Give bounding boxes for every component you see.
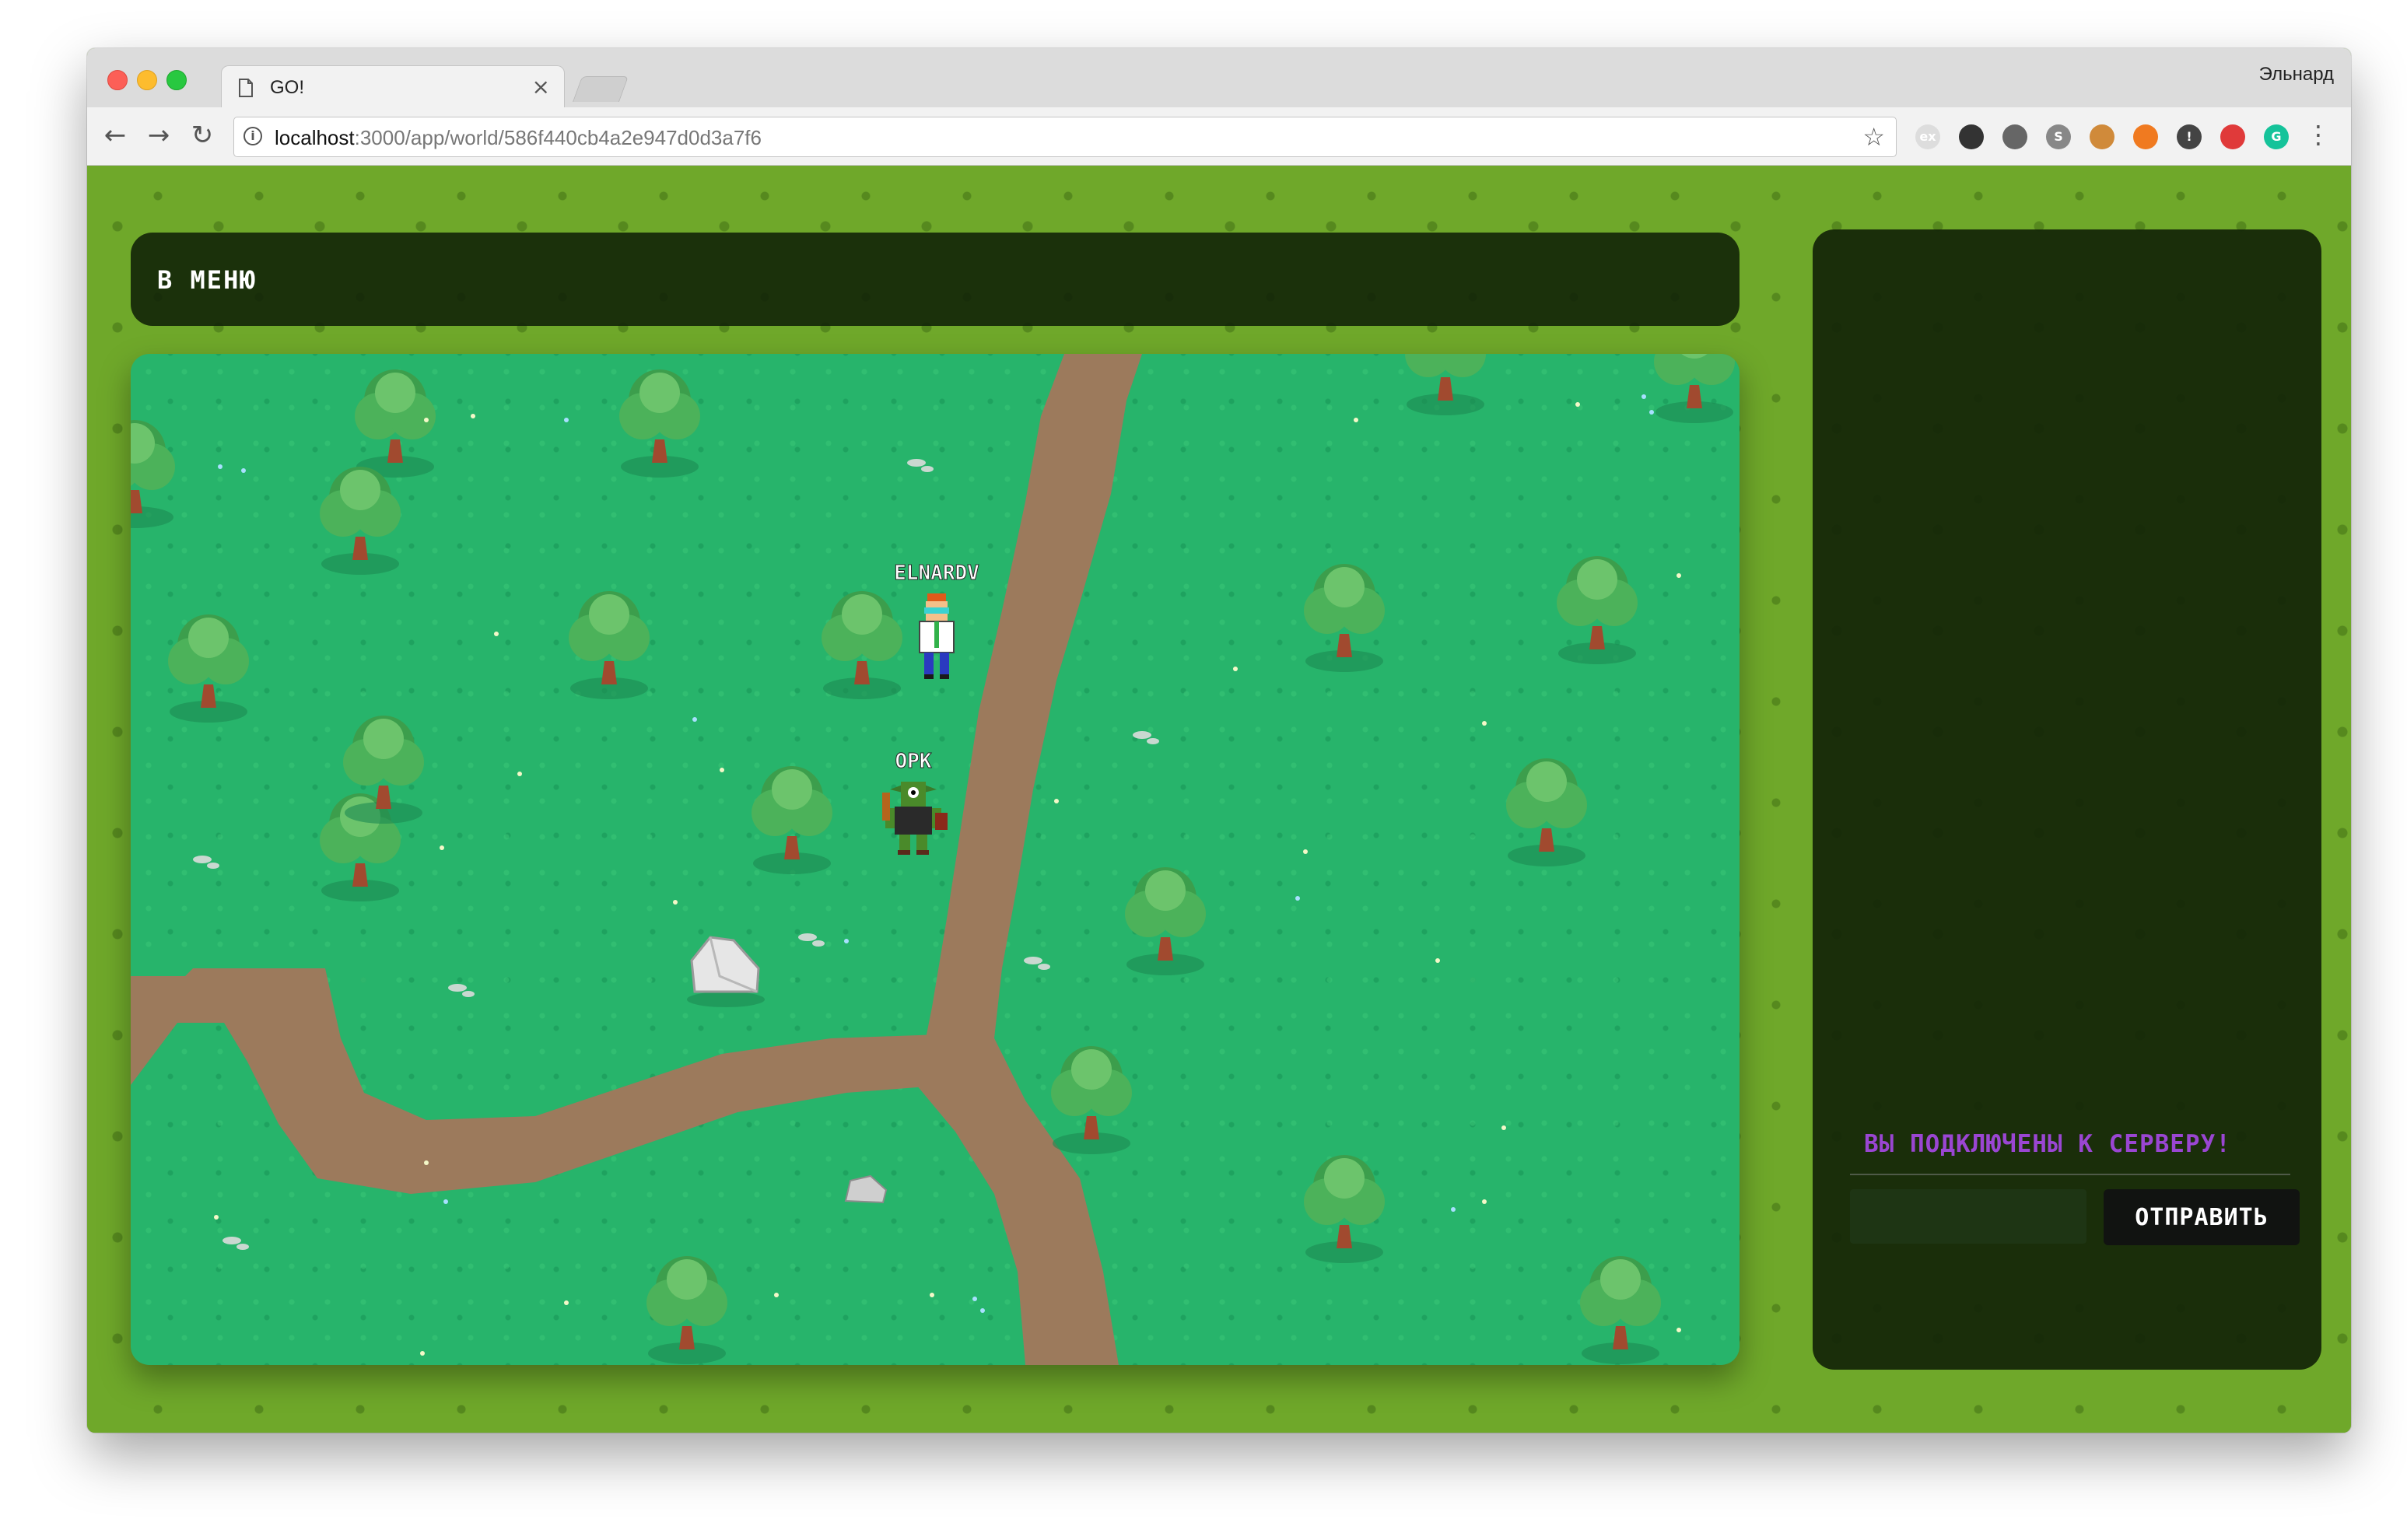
tree xyxy=(1557,556,1638,664)
browser-tab[interactable]: GO! × xyxy=(221,65,565,110)
npc-name-label: ОРК xyxy=(895,750,932,773)
back-arrow-icon[interactable]: ← xyxy=(100,120,131,151)
grammarly-extension-icon[interactable]: G xyxy=(2264,124,2289,149)
tree xyxy=(822,591,902,699)
zoom-window-button[interactable] xyxy=(166,70,187,90)
info-extension-icon[interactable]: ! xyxy=(2177,124,2202,149)
tree xyxy=(646,1256,727,1364)
orc-npc[interactable]: ОРК xyxy=(882,750,948,855)
player-name-label: ELNARDV xyxy=(894,562,979,585)
bookmark-star-icon[interactable]: ☆ xyxy=(1862,122,1885,152)
tree xyxy=(619,369,700,478)
top-menu-bar: В МЕНЮ xyxy=(131,233,1740,326)
orange-extension-icon[interactable] xyxy=(2133,124,2158,149)
tree xyxy=(1580,1256,1661,1364)
address-bar[interactable]: i localhost:3000/app/world/586f440cb4a2e… xyxy=(233,117,1897,157)
tree xyxy=(1506,758,1587,866)
tree xyxy=(168,614,249,723)
red-extension-icon[interactable] xyxy=(2220,124,2245,149)
dirt-path-horizontal xyxy=(131,968,1025,1194)
cookie-extension-icon[interactable] xyxy=(2090,124,2114,149)
url-text[interactable]: localhost:3000/app/world/586f440cb4a2e94… xyxy=(275,126,762,150)
map-canvas[interactable]: ELNARDV ОРК xyxy=(131,354,1740,1365)
tree xyxy=(131,420,175,528)
chat-message-input[interactable] xyxy=(1850,1189,2086,1244)
chat-panel: ВЫ ПОДКЛЮЧЕНЫ К СЕРВЕРУ! ОТПРАВИТЬ xyxy=(1813,229,2321,1370)
forward-arrow-icon[interactable]: → xyxy=(143,120,174,151)
game-map[interactable]: ELNARDV ОРК xyxy=(131,354,1740,1365)
connection-status-message: ВЫ ПОДКЛЮЧЕНЫ К СЕРВЕРУ! xyxy=(1864,1130,2231,1158)
boulder xyxy=(687,936,765,1007)
page-icon xyxy=(239,79,253,97)
tree xyxy=(1051,1046,1132,1154)
new-tab-button[interactable] xyxy=(572,76,629,102)
reload-icon[interactable]: ↻ xyxy=(187,120,218,151)
player-character[interactable]: ELNARDV xyxy=(894,562,979,679)
ex-extension-icon[interactable]: ex xyxy=(1915,124,1940,149)
close-window-button[interactable] xyxy=(107,70,128,90)
send-button[interactable]: ОТПРАВИТЬ xyxy=(2104,1189,2300,1245)
shield-extension-icon[interactable] xyxy=(1959,124,1984,149)
chat-divider xyxy=(1850,1174,2290,1175)
url-host: localhost xyxy=(275,126,355,149)
tree xyxy=(355,369,436,478)
info-icon[interactable]: i xyxy=(244,127,262,145)
ublock-extension-icon[interactable] xyxy=(2002,124,2027,149)
tree xyxy=(1304,1155,1385,1263)
browser-menu-icon[interactable]: ⋮ xyxy=(2306,120,2331,149)
tree xyxy=(343,716,424,824)
tree xyxy=(752,766,832,874)
tree xyxy=(320,467,401,575)
small-rock xyxy=(844,1174,888,1204)
game-page: В МЕНЮ ELNARDV ОРК ВЫ ПОДКЛЮЧЕНЫ К СЕРВЕ… xyxy=(87,166,2351,1433)
s-extension-icon[interactable]: S xyxy=(2046,124,2071,149)
tab-close-icon[interactable]: × xyxy=(532,74,550,100)
flowers xyxy=(214,402,1681,1356)
back-to-menu-button[interactable]: В МЕНЮ xyxy=(157,265,257,295)
tree xyxy=(1654,354,1735,423)
browser-window: GO! × Эльнард ← → ↻ i localhost:3000/app… xyxy=(87,48,2351,1433)
tree xyxy=(1304,564,1385,672)
tab-title: GO! xyxy=(270,77,305,98)
url-path: :3000/app/world/586f440cb4a2e947d0d3a7f6 xyxy=(354,126,762,149)
minimize-window-button[interactable] xyxy=(137,70,157,90)
profile-name[interactable]: Эльнард xyxy=(2259,64,2334,86)
tree xyxy=(1405,354,1486,415)
tree xyxy=(569,591,650,699)
dirt-path-vertical xyxy=(916,354,1142,1365)
tab-bar: GO! × Эльнард xyxy=(87,48,2351,110)
browser-toolbar: ← → ↻ i localhost:3000/app/world/586f440… xyxy=(87,107,2351,166)
tree xyxy=(1125,867,1206,975)
